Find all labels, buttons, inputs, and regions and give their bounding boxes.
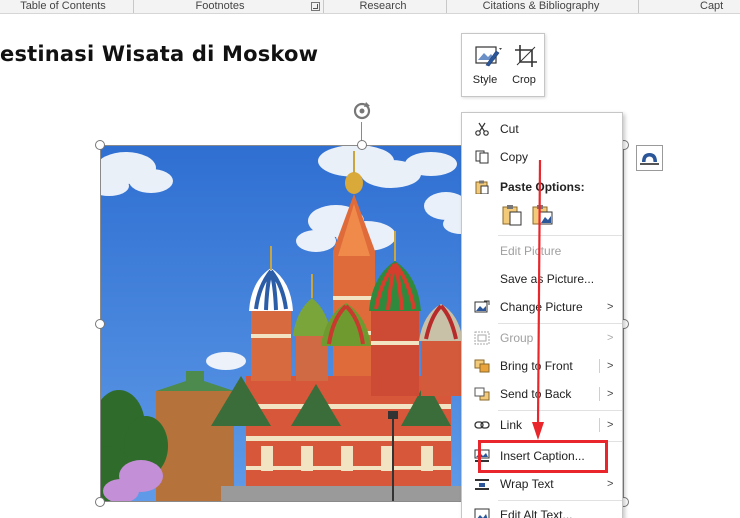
paste-keep-source-icon (502, 205, 522, 226)
picture-mini-toolbar: Style Crop (461, 33, 545, 97)
ribbon-group-captions: Capt (700, 0, 724, 12)
menu-label-wrap-text: Wrap Text (500, 477, 554, 491)
clipboard-icon (475, 180, 489, 194)
chevron-right-icon: > (607, 332, 614, 344)
resize-handle-top-center[interactable] (357, 140, 367, 150)
resize-handle-bottom-left[interactable] (95, 497, 105, 507)
ribbon-group-research: Research (359, 0, 407, 12)
menu-item-edit-alt-text[interactable]: Edit Alt Text... (462, 503, 622, 518)
menu-label-copy: Copy (500, 150, 529, 164)
style-button[interactable]: Style (466, 40, 504, 92)
alt-text-icon (474, 508, 490, 518)
wrap-text-icon (475, 479, 489, 490)
group-icon (474, 331, 490, 345)
chevron-right-icon[interactable]: > (607, 413, 613, 437)
ribbon-group-labels: Table of Contents Footnotes Research Cit… (0, 0, 740, 14)
footnotes-dialog-launcher-icon[interactable] (311, 2, 320, 11)
menu-label-link: Link (500, 418, 523, 432)
change-picture-icon (474, 300, 490, 313)
ribbon-group-table-of-contents: Table of Contents (20, 0, 106, 12)
ribbon-group-citations: Citations & Bibliography (482, 0, 600, 12)
menu-label-cut: Cut (500, 122, 519, 136)
crop-icon (515, 45, 537, 67)
layout-options-button[interactable] (636, 145, 663, 171)
document-heading: estinasi Wisata di Moskow (0, 42, 319, 66)
menu-label-edit-alt-text: Edit Alt Text... (500, 508, 573, 518)
layout-options-icon (640, 153, 659, 165)
ribbon-group-footnotes: Footnotes (195, 0, 245, 12)
rotate-handle-icon[interactable] (351, 100, 373, 122)
scissors-icon (475, 122, 489, 136)
copy-icon (475, 150, 489, 164)
chevron-right-icon: > (607, 301, 614, 313)
chevron-right-icon[interactable]: > (607, 382, 613, 406)
annotation-highlight-box (478, 440, 608, 473)
picture-style-icon (475, 46, 502, 67)
chevron-right-icon: > (607, 478, 614, 490)
link-icon (474, 421, 490, 429)
menu-item-cut[interactable]: Cut (462, 117, 622, 141)
send-to-back-icon (474, 387, 490, 401)
bring-to-front-icon (474, 359, 490, 373)
style-label: Style (472, 74, 498, 86)
crop-button[interactable]: Crop (505, 40, 543, 92)
chevron-right-icon[interactable]: > (607, 354, 613, 378)
resize-handle-middle-left[interactable] (95, 319, 105, 329)
resize-handle-top-left[interactable] (95, 140, 105, 150)
paste-keep-source-button[interactable] (500, 203, 524, 230)
annotation-arrow-icon (532, 160, 544, 440)
menu-item-wrap-text[interactable]: Wrap Text > (462, 472, 622, 496)
crop-label: Crop (512, 74, 536, 86)
